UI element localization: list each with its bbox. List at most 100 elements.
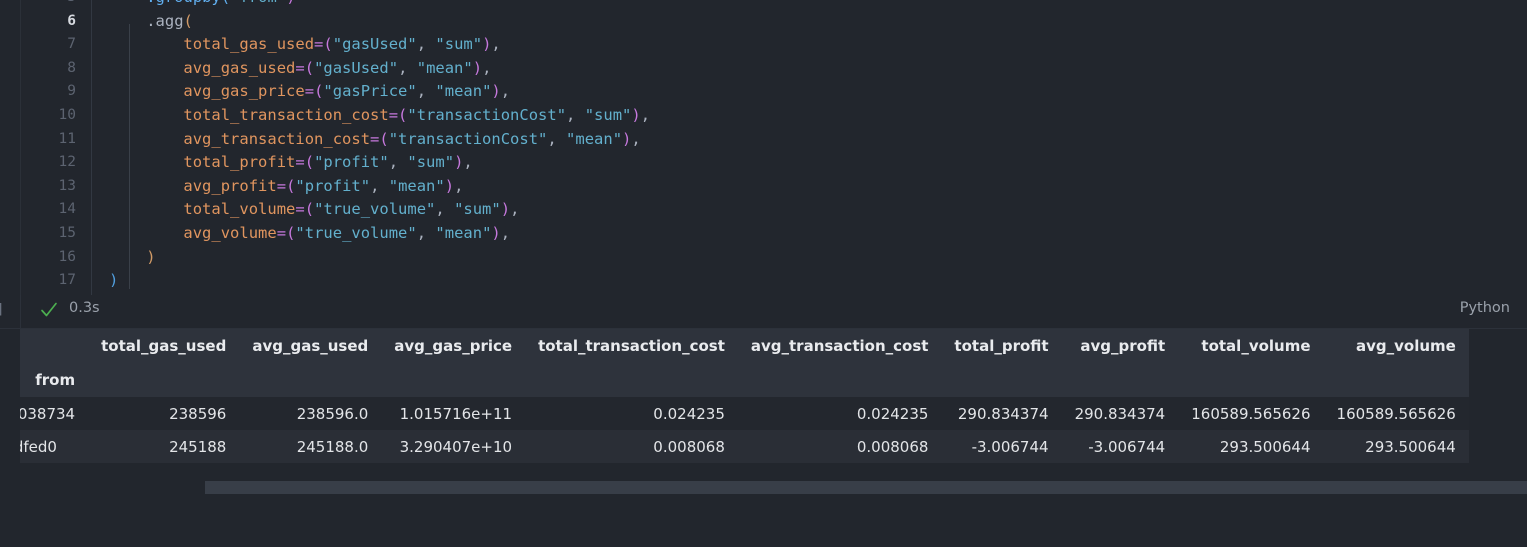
code-token: , bbox=[631, 129, 641, 148]
line-number: 13 bbox=[58, 177, 76, 194]
code-token: , bbox=[547, 129, 567, 148]
code-line-text: total_transaction_cost=("transactionCost… bbox=[183, 104, 650, 128]
line-number: 16 bbox=[58, 248, 76, 265]
line-number: 7 bbox=[67, 36, 76, 53]
code-token: "profit" bbox=[295, 176, 371, 195]
code-line[interactable]: 5 .groupby("from") bbox=[0, 0, 1527, 10]
code-token: "true_volume" bbox=[295, 223, 417, 242]
code-token: ( bbox=[286, 176, 296, 195]
code-line[interactable]: 10 total_transaction_cost=("transactionCo… bbox=[0, 104, 1527, 128]
dataframe-cell: 160589.565626 bbox=[1191, 404, 1311, 423]
dataframe-cell: 0.024235 bbox=[653, 404, 725, 423]
code-token: avg_transaction_cost bbox=[183, 129, 371, 148]
code-token: = bbox=[295, 200, 305, 219]
code-line[interactable]: 15 avg_volume=("true_volume", "mean"), bbox=[0, 222, 1527, 246]
dataframe-corner-cell bbox=[20, 329, 89, 363]
code-token: "mean" bbox=[566, 129, 623, 148]
code-token: "sum" bbox=[584, 105, 632, 124]
code-line-text: avg_gas_used=("gasUsed", "mean"), bbox=[183, 57, 491, 81]
table-row: 0xd29182f7b6961aab7edfed0 245188 245188.0 3… bbox=[20, 430, 1469, 463]
code-token: , bbox=[500, 223, 511, 242]
code-token: , bbox=[416, 82, 436, 101]
code-token: "mean" bbox=[435, 82, 492, 101]
dataframe-column-header: total_volume bbox=[1201, 337, 1311, 355]
horizontal-scrollbar-track[interactable] bbox=[20, 481, 1527, 494]
code-token: "mean" bbox=[435, 223, 492, 242]
code-token: , bbox=[370, 176, 389, 195]
dataframe-body: 0x4838b942850202bcb6038734 238596 238596.0… bbox=[20, 397, 1469, 463]
code-token: = bbox=[370, 129, 380, 148]
line-number: 11 bbox=[58, 130, 76, 147]
code-token: ) bbox=[444, 176, 455, 195]
code-line[interactable]: 7 total_gas_used=("gasUsed", "sum"), bbox=[0, 33, 1527, 57]
code-token: ) bbox=[631, 105, 641, 124]
code-token: , bbox=[510, 200, 520, 219]
line-number: 9 bbox=[67, 83, 76, 100]
code-token: avg_profit bbox=[183, 176, 277, 195]
dataframe-index-cell: 0xd29182f7b6961aab7edfed0 bbox=[20, 437, 57, 456]
code-line[interactable]: 9 avg_gas_price=("gasPrice", "mean"), bbox=[0, 80, 1527, 104]
dataframe-scroll-viewport[interactable]: total_gas_used avg_gas_used avg_gas_price t… bbox=[20, 329, 1527, 481]
line-number: 6 bbox=[67, 12, 76, 29]
code-token: total_profit bbox=[183, 153, 296, 172]
code-line[interactable]: 11 avg_transaction_cost=("transactionCost… bbox=[0, 128, 1527, 152]
code-token: avg_gas_used bbox=[183, 58, 296, 77]
code-line[interactable]: 8 avg_gas_used=("gasUsed", "mean"), bbox=[0, 57, 1527, 81]
code-line-text: avg_transaction_cost=("transactionCost",… bbox=[183, 128, 640, 152]
code-token: "sum" bbox=[454, 200, 501, 219]
code-token: agg bbox=[155, 11, 184, 30]
code-token: = bbox=[295, 153, 305, 172]
dataframe-cell: 3.290407e+10 bbox=[399, 437, 513, 456]
code-token: "sum" bbox=[435, 35, 483, 54]
code-token: , bbox=[491, 35, 501, 54]
code-token: "gasUsed" bbox=[314, 58, 399, 77]
code-token: , bbox=[640, 105, 651, 124]
code-token: , bbox=[500, 82, 511, 101]
code-token: total_volume bbox=[183, 200, 296, 219]
code-token: "mean" bbox=[416, 58, 473, 77]
code-line[interactable]: 14 total_volume=("true_volume", "sum"), bbox=[0, 198, 1527, 222]
code-token: total_transaction_cost bbox=[183, 105, 389, 124]
dataframe-cell: 0.008068 bbox=[856, 437, 929, 456]
code-token: ) bbox=[109, 271, 119, 290]
code-line[interactable]: 6 .agg( bbox=[0, 10, 1527, 34]
code-token: ) bbox=[472, 58, 483, 77]
code-token: = bbox=[314, 35, 324, 54]
code-token: "gasPrice" bbox=[323, 82, 417, 101]
code-editor[interactable]: 5.groupby("from")6.agg(7total_gas_used=(… bbox=[0, 0, 1527, 295]
code-line[interactable]: 16) bbox=[0, 246, 1527, 270]
code-token: ( bbox=[379, 129, 389, 148]
code-token: . bbox=[146, 11, 156, 30]
dataframe-index-name-spacer bbox=[1324, 363, 1469, 397]
code-token: ( bbox=[304, 200, 315, 219]
dataframe-cell: 160589.565626 bbox=[1336, 404, 1456, 423]
code-line-text: ) bbox=[146, 246, 155, 270]
dataframe-column-header-row: total_gas_used avg_gas_used avg_gas_price t… bbox=[20, 329, 1469, 363]
execution-count: ] bbox=[0, 302, 4, 318]
code-line[interactable]: 12 total_profit=("profit", "sum"), bbox=[0, 151, 1527, 175]
code-token: "sum" bbox=[407, 153, 455, 172]
dataframe-cell: 245188.0 bbox=[296, 437, 369, 456]
dataframe-index-cell: 0x4838b942850202bcb6038734 bbox=[20, 404, 76, 423]
code-line[interactable]: 17) bbox=[0, 269, 1527, 293]
kernel-language-selector[interactable]: Python bbox=[1460, 300, 1510, 316]
dataframe-index-name-spacer bbox=[941, 363, 1061, 397]
dataframe-column-header: total_gas_used bbox=[101, 337, 227, 355]
code-token: avg_gas_price bbox=[183, 82, 305, 101]
dataframe-index-name-spacer bbox=[381, 363, 525, 397]
line-number: 17 bbox=[58, 272, 76, 289]
code-line-text: avg_gas_price=("gasPrice", "mean"), bbox=[183, 80, 510, 104]
dataframe-column-header: avg_transaction_cost bbox=[750, 337, 929, 355]
cell-status-bar: ] 0.3s Python bbox=[0, 295, 1527, 329]
dataframe-cell: -3.006744 bbox=[971, 437, 1049, 456]
code-line[interactable]: 13 avg_profit=("profit", "mean"), bbox=[0, 175, 1527, 199]
code-token: total_gas_used bbox=[183, 35, 315, 54]
table-row: 0x4838b942850202bcb6038734 238596 238596.0… bbox=[20, 397, 1469, 430]
dataframe-index-name-spacer bbox=[239, 363, 381, 397]
code-token: = bbox=[295, 58, 305, 77]
code-token: , bbox=[482, 58, 492, 77]
horizontal-scrollbar-thumb[interactable] bbox=[205, 481, 1527, 494]
code-token: "from" bbox=[230, 0, 286, 6]
code-token: ) bbox=[286, 0, 295, 6]
dataframe-cell: 1.015716e+11 bbox=[399, 404, 513, 423]
